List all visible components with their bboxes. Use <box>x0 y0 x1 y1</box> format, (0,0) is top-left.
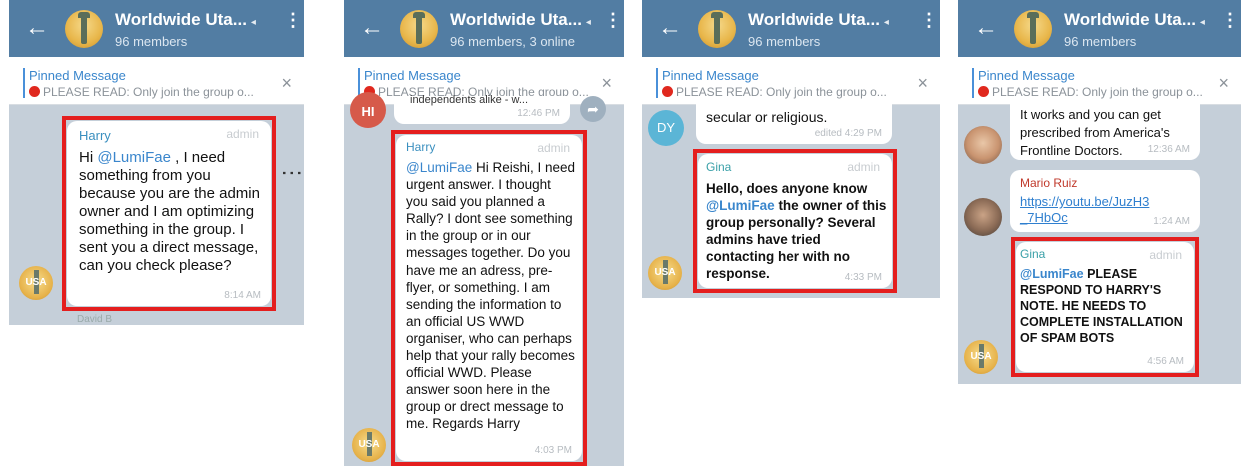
group-avatar[interactable] <box>65 10 103 48</box>
avatar-label: USA <box>970 351 992 362</box>
group-avatar[interactable] <box>400 10 438 48</box>
sender-avatar[interactable]: USA <box>648 256 682 290</box>
mute-icon: ◂ <box>250 17 256 28</box>
message-options-icon[interactable]: ⋮ <box>279 162 304 184</box>
message-time: 12:36 AM <box>1147 144 1190 155</box>
user-avatar[interactable]: HI <box>350 92 386 128</box>
more-menu-icon[interactable]: ⋮ <box>284 11 302 29</box>
pinned-title: Pinned Message <box>978 68 1075 83</box>
sender-name[interactable]: Mario Ruiz <box>1020 176 1077 190</box>
pinned-message-bar[interactable]: Pinned Message PLEASE READ: Only join th… <box>958 62 1241 105</box>
chat-panel-1: ← Worldwide Uta... ◂ 96 members ⋮ Pinned … <box>9 0 304 325</box>
member-count: 96 members, 3 online <box>450 34 576 49</box>
user-avatar[interactable]: DY <box>648 110 684 146</box>
sender-avatar[interactable]: USA <box>352 428 386 462</box>
message-time: 12:46 PM <box>517 108 560 119</box>
mute-icon: ◂ <box>883 17 889 28</box>
sender-avatar[interactable]: USA <box>19 266 53 300</box>
chat-panel-2: ← Worldwide Uta... ◂ 96 members, 3 online… <box>344 0 624 466</box>
group-title[interactable]: Worldwide Uta... ◂ <box>115 10 256 30</box>
chat-panel-4: ← Worldwide Uta... ◂ 96 members ⋮ Pinned … <box>958 0 1241 384</box>
previous-message-text: secular or religious. <box>706 109 828 125</box>
previous-message-bubble[interactable]: independents alike - w... 12:46 PM <box>394 94 570 124</box>
red-circle-icon <box>29 86 40 97</box>
highlight-box <box>693 149 897 293</box>
group-title[interactable]: Worldwide Uta... ◂ <box>748 10 889 30</box>
highlight-box <box>391 130 587 466</box>
back-arrow-icon[interactable]: ← <box>656 14 684 42</box>
back-arrow-icon[interactable]: ← <box>972 14 1000 42</box>
group-avatar[interactable] <box>1014 10 1052 48</box>
message-time: edited 4:29 PM <box>814 128 882 139</box>
back-arrow-icon[interactable]: ← <box>23 14 51 42</box>
user-avatar[interactable] <box>964 198 1002 236</box>
previous-message-text: independents alike - w... <box>410 94 529 106</box>
pinned-text: PLEASE READ: Only join the group o... <box>662 85 887 99</box>
avatar-label: USA <box>654 267 676 278</box>
pinned-title: Pinned Message <box>29 68 126 83</box>
youtube-link[interactable]: https://youtu.be/JuzH3 _7HbOc <box>1020 194 1149 226</box>
avatar-label: USA <box>358 439 380 450</box>
avatar-label: USA <box>25 277 47 288</box>
pinned-title: Pinned Message <box>364 68 461 83</box>
more-menu-icon[interactable]: ⋮ <box>604 11 622 29</box>
chat-header: ← Worldwide Uta... ◂ 96 members ⋮ <box>9 0 304 57</box>
member-count: 96 members <box>115 34 188 49</box>
pinned-message-bar[interactable]: Pinned Message PLEASE READ: Only join th… <box>9 62 304 105</box>
close-icon[interactable]: × <box>1218 73 1229 94</box>
group-avatar[interactable] <box>698 10 736 48</box>
member-count: 96 members <box>1064 34 1137 49</box>
previous-message-bubble[interactable]: It works and you can get prescribed from… <box>1010 100 1200 160</box>
mute-icon: ◂ <box>585 17 591 28</box>
chat-header: ← Worldwide Uta... ◂ 96 members ⋮ <box>958 0 1241 57</box>
chat-panel-3: ← Worldwide Uta... ◂ 96 members ⋮ Pinned … <box>642 0 940 298</box>
red-circle-icon <box>978 86 989 97</box>
close-icon[interactable]: × <box>281 73 292 94</box>
pinned-text: PLEASE READ: Only join the group o... <box>978 85 1203 99</box>
user-avatar[interactable] <box>964 126 1002 164</box>
highlight-box <box>62 116 276 311</box>
pinned-message-bar[interactable]: Pinned Message PLEASE READ: Only join th… <box>642 62 940 105</box>
chat-header: ← Worldwide Uta... ◂ 96 members, 3 online… <box>344 0 624 57</box>
group-title[interactable]: Worldwide Uta... ◂ <box>1064 10 1205 30</box>
pinned-title: Pinned Message <box>662 68 759 83</box>
close-icon[interactable]: × <box>917 73 928 94</box>
message-time: 1:24 AM <box>1153 216 1190 227</box>
pinned-text: PLEASE READ: Only join the group o... <box>29 85 254 99</box>
member-count: 96 members <box>748 34 821 49</box>
forward-icon[interactable]: ➦ <box>580 96 606 122</box>
sender-avatar[interactable]: USA <box>964 340 998 374</box>
next-message-fragment: David B <box>77 314 113 325</box>
previous-message-bubble[interactable]: secular or religious. edited 4:29 PM <box>696 100 892 144</box>
link-message-bubble[interactable]: Mario Ruiz https://youtu.be/JuzH3 _7HbOc … <box>1010 170 1200 232</box>
close-icon[interactable]: × <box>601 73 612 94</box>
mute-icon: ◂ <box>1199 17 1205 28</box>
more-menu-icon[interactable]: ⋮ <box>1221 11 1239 29</box>
more-menu-icon[interactable]: ⋮ <box>920 11 938 29</box>
group-title[interactable]: Worldwide Uta... ◂ <box>450 10 591 30</box>
chat-header: ← Worldwide Uta... ◂ 96 members ⋮ <box>642 0 940 57</box>
red-circle-icon <box>662 86 673 97</box>
back-arrow-icon[interactable]: ← <box>358 14 386 42</box>
highlight-box <box>1011 237 1199 377</box>
